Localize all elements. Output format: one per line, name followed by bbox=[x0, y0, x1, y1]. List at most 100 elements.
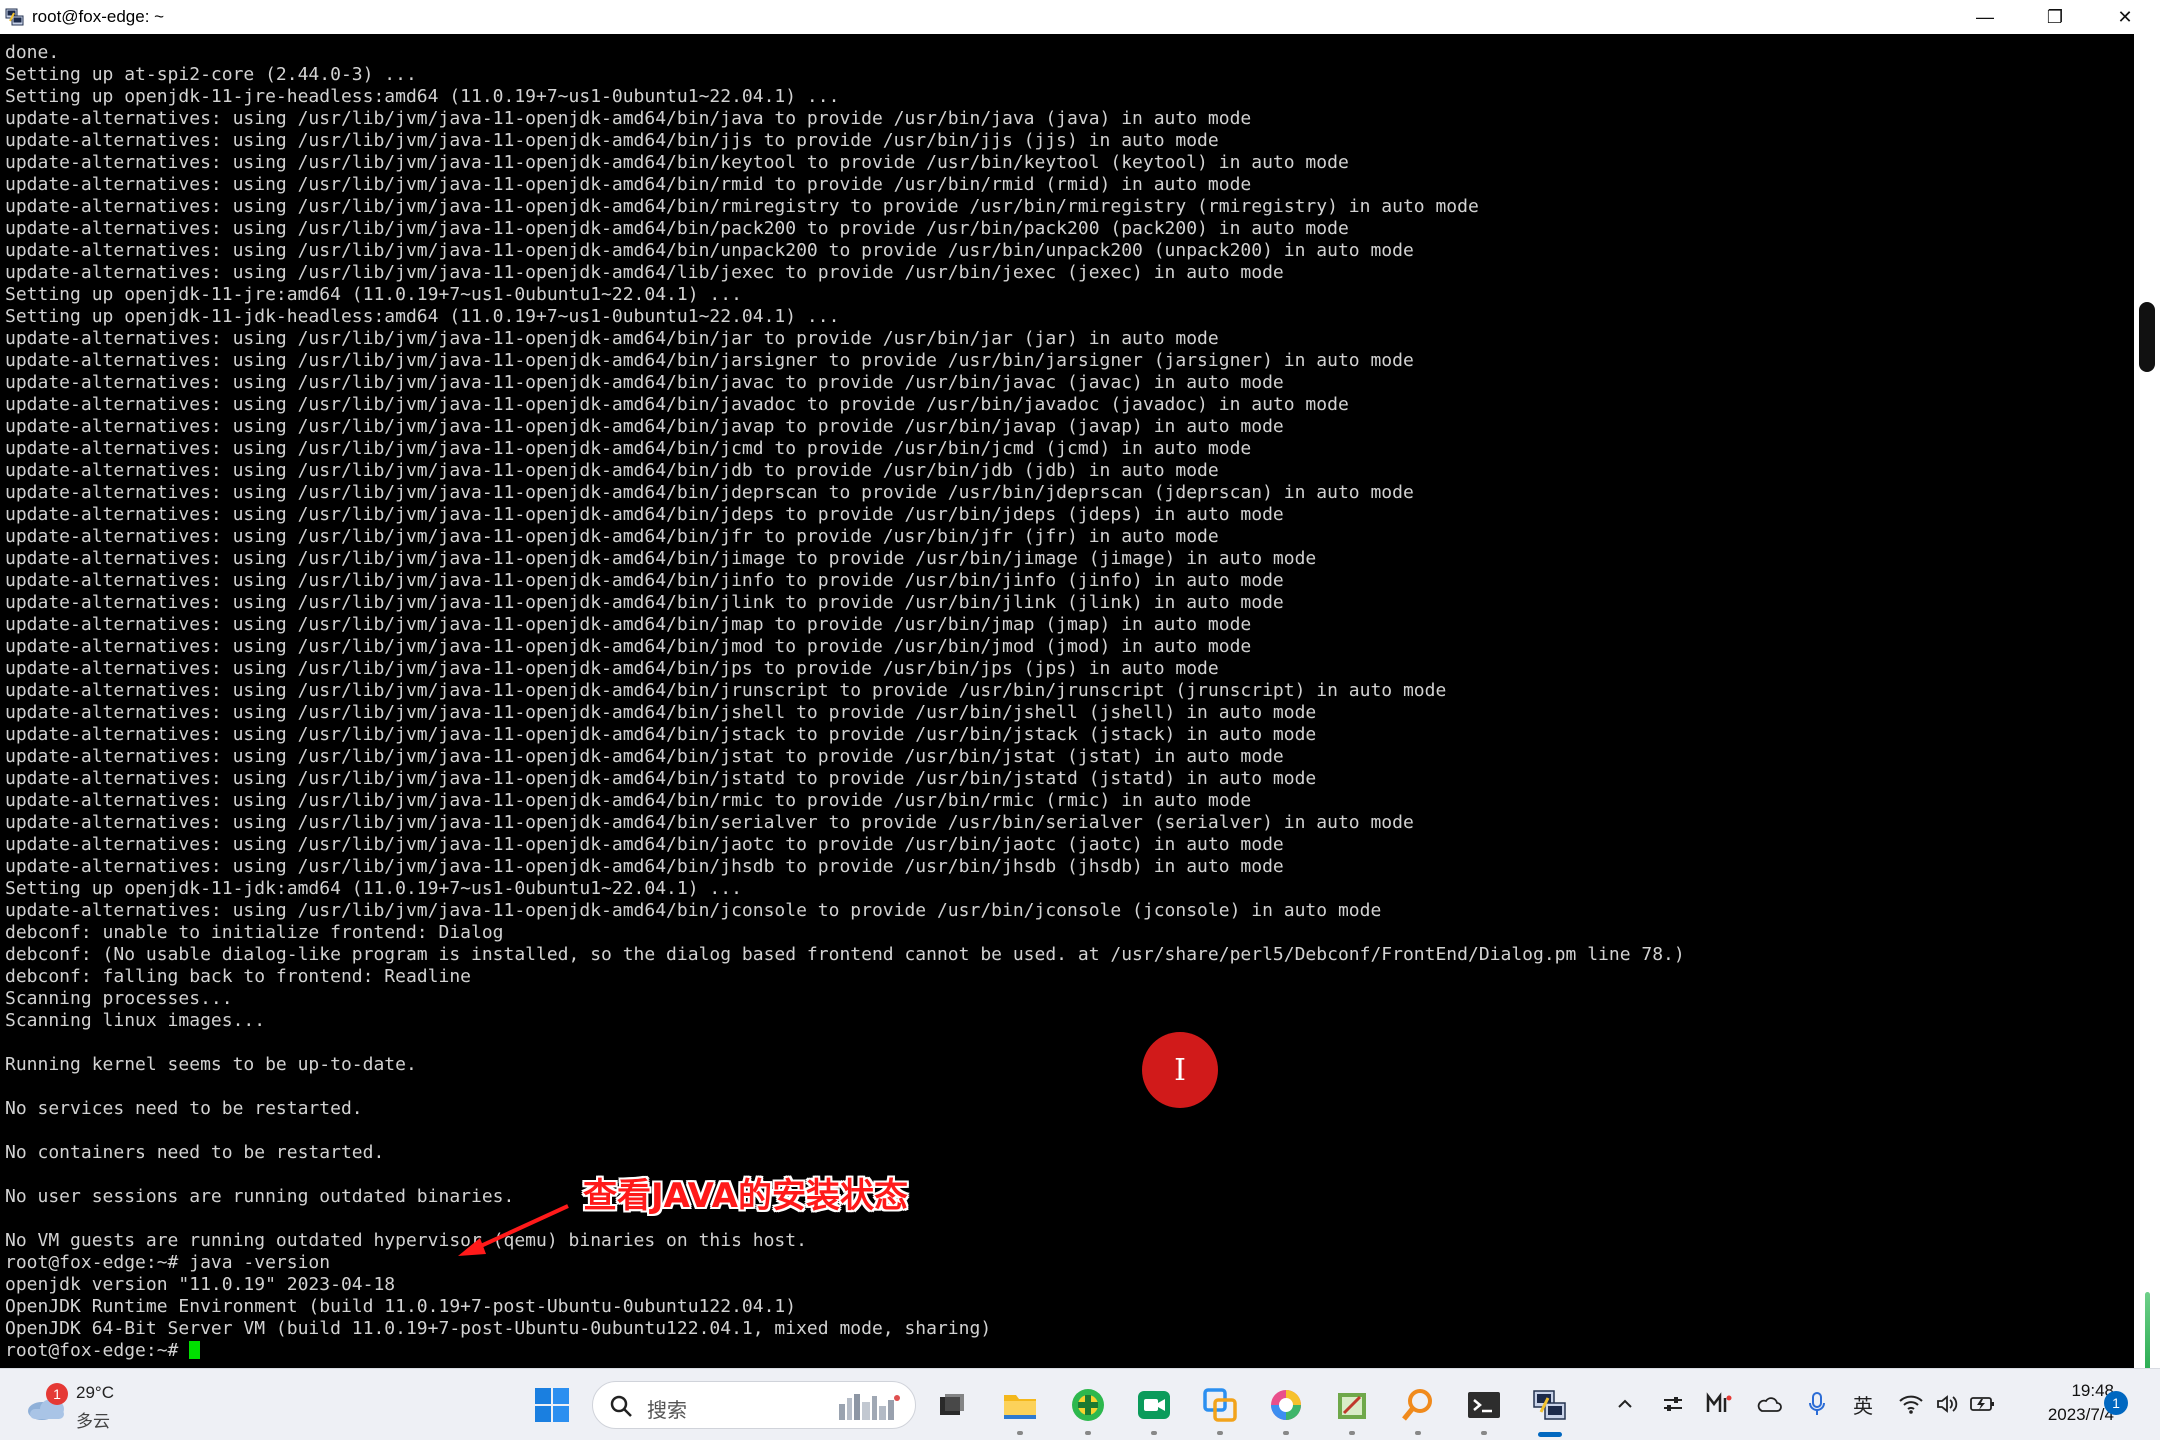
weather-widget[interactable]: 1 29°C 多云 bbox=[24, 1379, 134, 1432]
terminal-line: OpenJDK Runtime Environment (build 11.0.… bbox=[5, 1296, 797, 1317]
terminal-line: Setting up openjdk-11-jre:amd64 (11.0.19… bbox=[5, 284, 742, 305]
taskbar-tools-app[interactable] bbox=[1330, 1383, 1374, 1435]
folder-icon bbox=[1004, 1395, 1036, 1419]
running-indicator bbox=[1415, 1431, 1421, 1435]
onedrive-cloud-icon[interactable] bbox=[1754, 1389, 1784, 1419]
terminal-line: Setting up openjdk-11-jre-headless:amd64… bbox=[5, 86, 840, 107]
terminal-line: Scanning processes... bbox=[5, 988, 233, 1009]
terminal-line: update-alternatives: using /usr/lib/jvm/… bbox=[5, 834, 1284, 855]
terminal-line: update-alternatives: using /usr/lib/jvm/… bbox=[5, 372, 1284, 393]
terminal-line: Setting up at-spi2-core (2.44.0-3) ... bbox=[5, 64, 417, 85]
terminal-prompt-line[interactable]: root@fox-edge:~# bbox=[5, 1340, 2134, 1362]
notification-center-badge[interactable]: 1 bbox=[2104, 1391, 2128, 1415]
minimize-button[interactable]: — bbox=[1950, 0, 2020, 34]
volume-speaker-icon[interactable] bbox=[1932, 1389, 1962, 1419]
window-title: root@fox-edge: ~ bbox=[32, 7, 165, 26]
taskbar-green-app[interactable] bbox=[1066, 1383, 1110, 1435]
terminal-line: update-alternatives: using /usr/lib/jvm/… bbox=[5, 702, 1317, 723]
tray-settings-sliders-icon[interactable] bbox=[1658, 1389, 1688, 1419]
terminal-line: update-alternatives: using /usr/lib/jvm/… bbox=[5, 218, 1349, 239]
start-icon[interactable] bbox=[532, 1385, 572, 1425]
weather-alert-badge: 1 bbox=[46, 1383, 68, 1405]
tray-mail-app-icon[interactable] bbox=[1704, 1389, 1734, 1419]
terminal-line: root@fox-edge:~# java -version bbox=[5, 1252, 331, 1273]
annotation-arrow-icon bbox=[458, 1204, 569, 1256]
taskbar-clock[interactable]: 19:48 2023/7/4 bbox=[2014, 1379, 2114, 1427]
terminal-line: done. bbox=[5, 42, 60, 63]
terminal-line: OpenJDK 64-Bit Server VM (build 11.0.19+… bbox=[5, 1318, 992, 1339]
terminal-line: No VM guests are running outdated hyperv… bbox=[5, 1230, 807, 1251]
terminal-scrollbar[interactable] bbox=[2134, 34, 2160, 1382]
weather-temperature: 29°C bbox=[76, 1383, 114, 1402]
task-view-button[interactable] bbox=[930, 1383, 974, 1427]
tools-app-icon bbox=[1338, 1393, 1366, 1419]
terminal-line: update-alternatives: using /usr/lib/jvm/… bbox=[5, 152, 1349, 173]
taskbar-search-box[interactable]: 搜索 bbox=[592, 1381, 916, 1429]
terminal-line: update-alternatives: using /usr/lib/jvm/… bbox=[5, 130, 1219, 151]
terminal-line: debconf: (No usable dialog-like program … bbox=[5, 944, 1685, 965]
terminal-line: update-alternatives: using /usr/lib/jvm/… bbox=[5, 614, 1252, 635]
terminal-line: update-alternatives: using /usr/lib/jvm/… bbox=[5, 482, 1414, 503]
terminal-line: update-alternatives: using /usr/lib/jvm/… bbox=[5, 900, 1382, 921]
taskbar-browser[interactable] bbox=[1264, 1383, 1308, 1435]
restore-button[interactable]: ❐ bbox=[2020, 0, 2090, 34]
active-window-indicator bbox=[1538, 1432, 1562, 1437]
task-view-icon bbox=[940, 1394, 964, 1415]
search-placeholder: 搜索 bbox=[647, 1398, 687, 1422]
terminal-output[interactable]: done. Setting up at-spi2-core (2.44.0-3) … bbox=[0, 34, 2134, 1368]
taskbar-video-app[interactable] bbox=[1132, 1383, 1176, 1435]
terminal-line: Setting up openjdk-11-jdk-headless:amd64… bbox=[5, 306, 840, 327]
terminal-line: Scanning linux images... bbox=[5, 1010, 266, 1031]
terminal-line: debconf: unable to initialize frontend: … bbox=[5, 922, 504, 943]
terminal-line: update-alternatives: using /usr/lib/jvm/… bbox=[5, 812, 1414, 833]
microphone-icon[interactable] bbox=[1802, 1389, 1832, 1419]
window-controls: — ❐ ✕ bbox=[1950, 0, 2160, 34]
putty-app-icon[interactable] bbox=[4, 6, 26, 28]
taskbar-terminal[interactable] bbox=[1462, 1383, 1506, 1435]
scrollbar-thumb[interactable] bbox=[2139, 302, 2155, 372]
battery-charging-icon[interactable] bbox=[1968, 1389, 1998, 1419]
terminal-line: update-alternatives: using /usr/lib/jvm/… bbox=[5, 504, 1284, 525]
terminal-line: Running kernel seems to be up-to-date. bbox=[5, 1054, 417, 1075]
terminal-line: update-alternatives: using /usr/lib/jvm/… bbox=[5, 680, 1447, 701]
show-hidden-icons-chevron-up-icon[interactable] bbox=[1610, 1389, 1640, 1419]
terminal-line: update-alternatives: using /usr/lib/jvm/… bbox=[5, 856, 1284, 877]
terminal-line: Setting up openjdk-11-jdk:amd64 (11.0.19… bbox=[5, 878, 742, 899]
click-cursor-indicator: I bbox=[1142, 1032, 1218, 1108]
taskbar-putty[interactable] bbox=[1528, 1383, 1572, 1437]
running-indicator bbox=[1349, 1431, 1355, 1435]
terminal-line: update-alternatives: using /usr/lib/jvm/… bbox=[5, 328, 1219, 349]
terminal-line: update-alternatives: using /usr/lib/jvm/… bbox=[5, 196, 1479, 217]
terminal-line: update-alternatives: using /usr/lib/jvm/… bbox=[5, 460, 1219, 481]
running-indicator bbox=[1085, 1431, 1091, 1435]
taskbar-remote-app[interactable] bbox=[1198, 1383, 1242, 1435]
terminal-line: update-alternatives: using /usr/lib/jvm/… bbox=[5, 724, 1317, 745]
taskbar-file-explorer[interactable] bbox=[998, 1383, 1042, 1435]
terminal-line: No containers need to be restarted. bbox=[5, 1142, 385, 1163]
running-indicator bbox=[1217, 1431, 1223, 1435]
terminal-line: No user sessions are running outdated bi… bbox=[5, 1186, 515, 1207]
terminal-line: debconf: falling back to frontend: Readl… bbox=[5, 966, 471, 987]
close-button[interactable]: ✕ bbox=[2090, 0, 2160, 34]
putty-icon bbox=[1533, 1390, 1566, 1420]
clock-time: 19:48 bbox=[2071, 1381, 2114, 1400]
terminal-line: No services need to be restarted. bbox=[5, 1098, 363, 1119]
wifi-icon[interactable] bbox=[1896, 1389, 1926, 1419]
title-bar: root@fox-edge: ~ — ❐ ✕ bbox=[0, 0, 2160, 34]
terminal-line: update-alternatives: using /usr/lib/jvm/… bbox=[5, 526, 1219, 547]
video-meeting-icon bbox=[1138, 1391, 1170, 1419]
remote-desktop-icon bbox=[1203, 1388, 1237, 1422]
running-indicator bbox=[1283, 1431, 1289, 1435]
search-icon bbox=[610, 1395, 632, 1417]
terminal-line: update-alternatives: using /usr/lib/jvm/… bbox=[5, 438, 1252, 459]
input-method-indicator[interactable]: 英 bbox=[1848, 1389, 1878, 1419]
running-indicator bbox=[1481, 1431, 1487, 1435]
taskbar-search-tool[interactable] bbox=[1396, 1383, 1440, 1435]
terminal-line: openjdk version "11.0.19" 2023-04-18 bbox=[5, 1274, 396, 1295]
terminal-cursor bbox=[189, 1341, 201, 1359]
